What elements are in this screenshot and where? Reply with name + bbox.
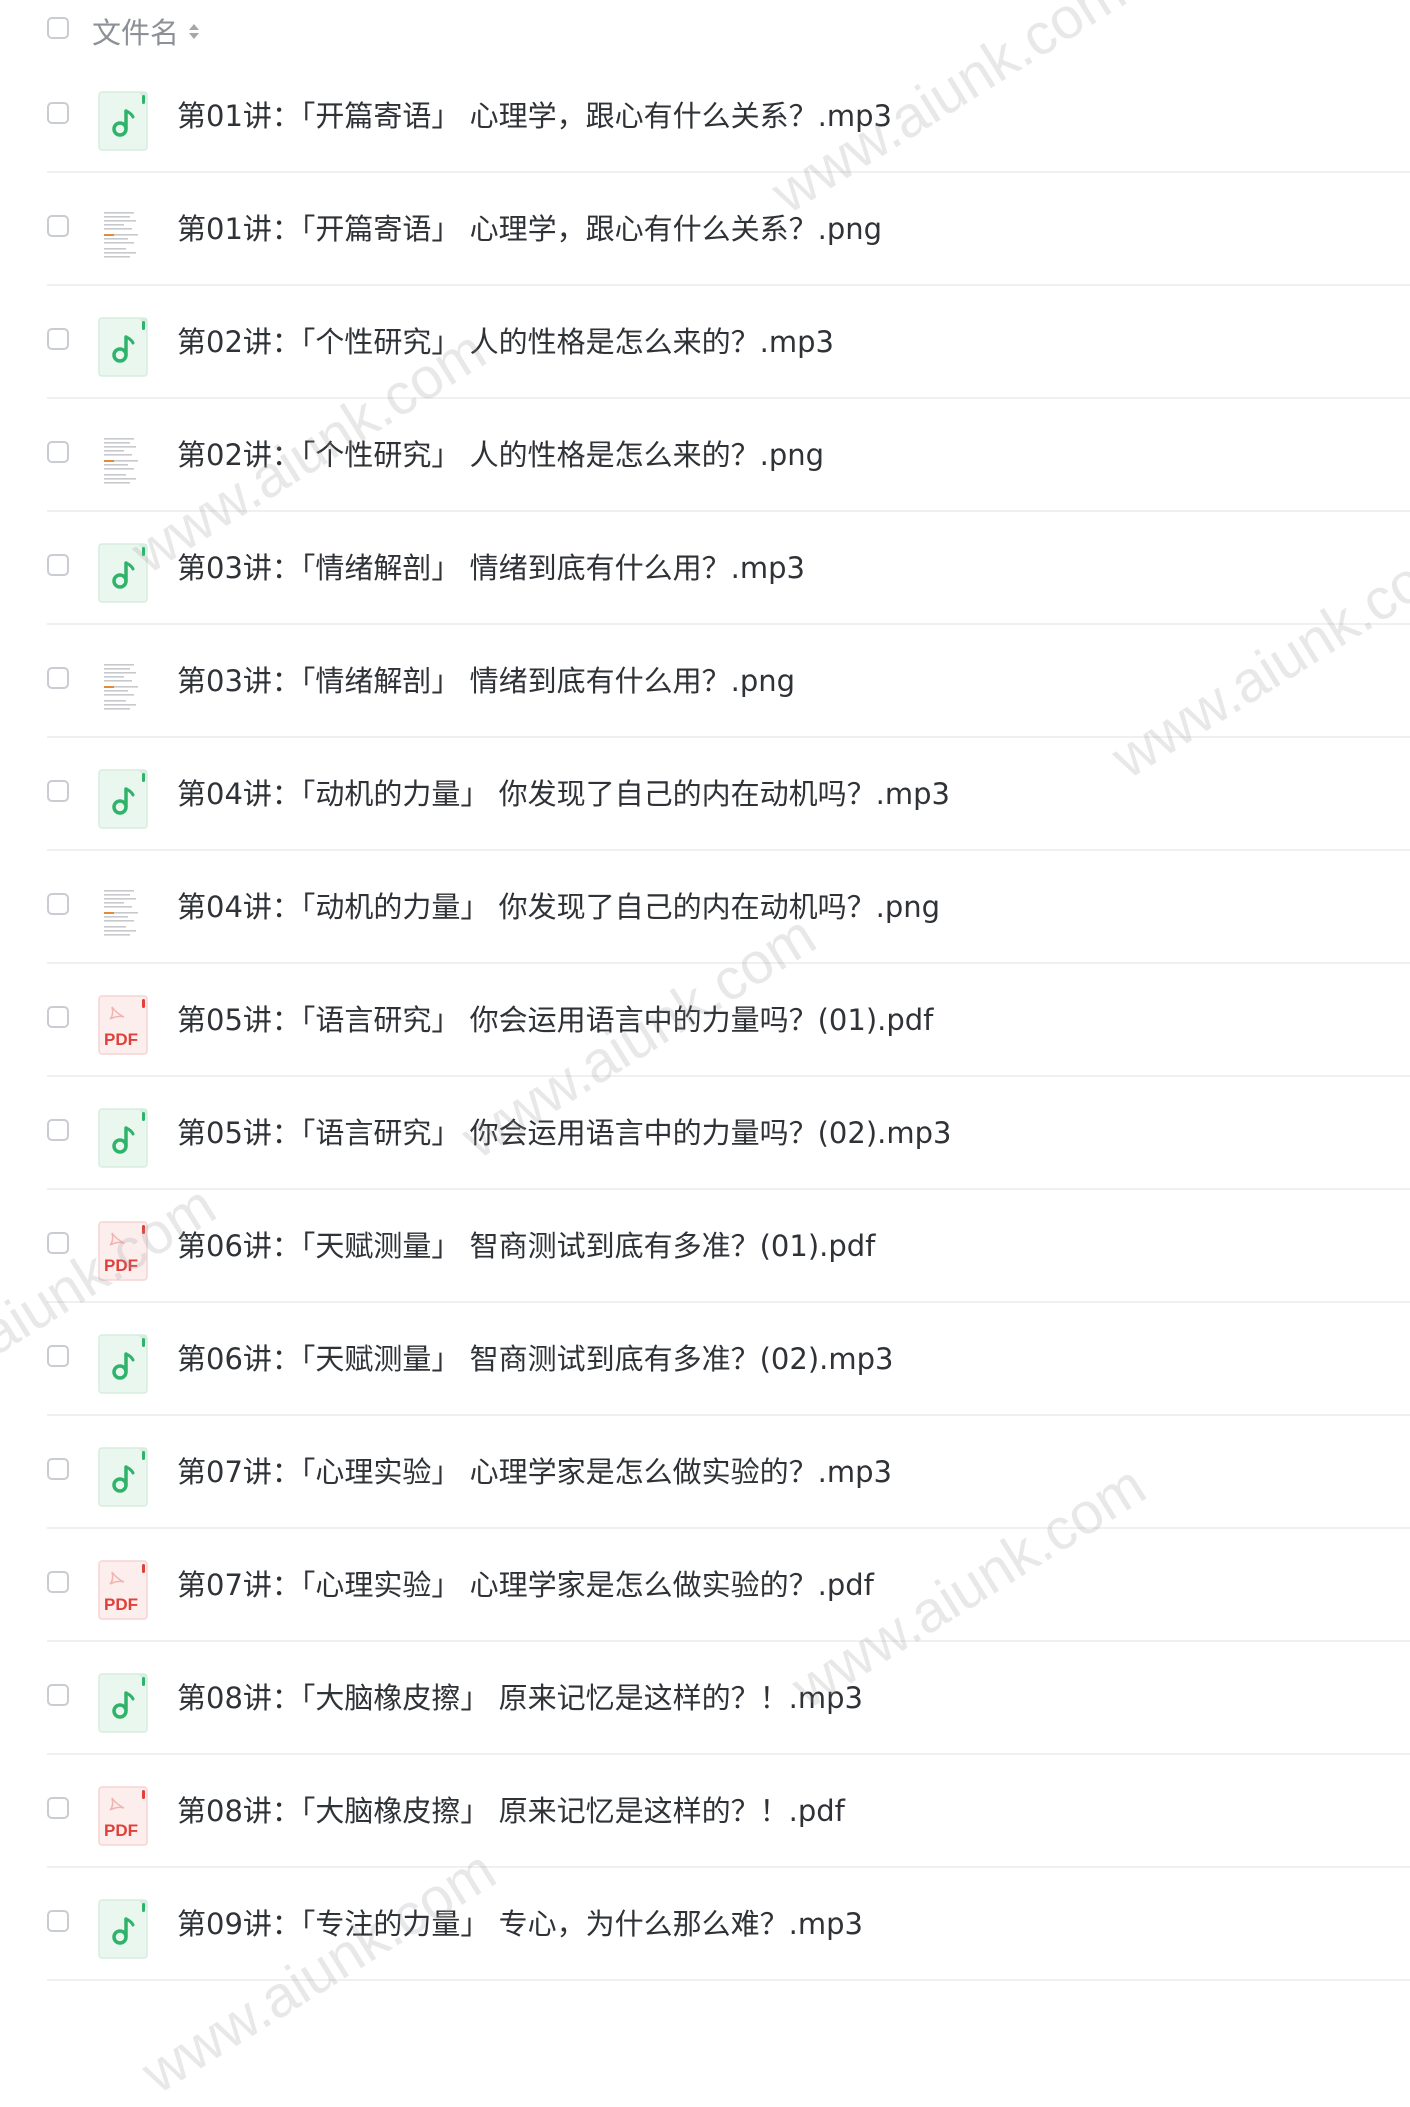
row-checkbox[interactable] <box>47 1458 69 1480</box>
file-name[interactable]: 第07讲：「心理实验」 心理学家是怎么做实验的？.pdf <box>177 1565 874 1605</box>
audio-file-icon[interactable] <box>98 1108 148 1168</box>
audio-file-icon[interactable] <box>98 543 148 603</box>
file-row[interactable]: 第04讲：「动机的力量」 你发现了自己的内在动机吗？.png <box>47 851 1410 964</box>
file-name[interactable]: 第01讲：「开篇寄语」 心理学，跟心有什么关系？.png <box>177 209 882 249</box>
image-thumbnail-icon[interactable] <box>98 430 148 490</box>
file-row[interactable]: 第02讲：「个性研究」 人的性格是怎么来的？.png <box>47 399 1410 512</box>
image-thumbnail-icon[interactable] <box>98 656 148 716</box>
file-list: 文件名 第01讲：「开篇寄语」 心理学，跟心有什么关系？.mp3 第01讲：「开篇… <box>47 0 1410 1981</box>
row-checkbox[interactable] <box>47 554 69 576</box>
file-name[interactable]: 第08讲：「大脑橡皮擦」 原来记忆是这样的？！.pdf <box>177 1791 845 1831</box>
audio-file-icon[interactable] <box>98 1447 148 1507</box>
pdf-file-icon[interactable]: PDF <box>98 1560 148 1620</box>
column-header-label: 文件名 <box>92 16 180 50</box>
file-row[interactable]: PDF 第08讲：「大脑橡皮擦」 原来记忆是这样的？！.pdf <box>47 1755 1410 1868</box>
file-name[interactable]: 第09讲：「专注的力量」 专心，为什么那么难？.mp3 <box>177 1904 863 1944</box>
row-checkbox[interactable] <box>47 1571 69 1593</box>
svg-text:PDF: PDF <box>104 1821 138 1840</box>
file-row[interactable]: 第09讲：「专注的力量」 专心，为什么那么难？.mp3 <box>47 1868 1410 1981</box>
file-row[interactable]: 第03讲：「情绪解剖」 情绪到底有什么用？.mp3 <box>47 512 1410 625</box>
sort-icon[interactable] <box>189 23 200 39</box>
audio-file-icon[interactable] <box>98 769 148 829</box>
file-name[interactable]: 第07讲：「心理实验」 心理学家是怎么做实验的？.mp3 <box>177 1452 892 1492</box>
list-header: 文件名 <box>47 0 1410 60</box>
file-name[interactable]: 第04讲：「动机的力量」 你发现了自己的内在动机吗？.mp3 <box>177 774 950 814</box>
image-thumbnail-icon[interactable] <box>98 204 148 264</box>
row-checkbox[interactable] <box>47 1345 69 1367</box>
row-checkbox[interactable] <box>47 1910 69 1932</box>
pdf-file-icon[interactable]: PDF <box>98 1221 148 1281</box>
audio-file-icon[interactable] <box>98 1899 148 1959</box>
file-row[interactable]: 第07讲：「心理实验」 心理学家是怎么做实验的？.mp3 <box>47 1416 1410 1529</box>
row-checkbox[interactable] <box>47 215 69 237</box>
file-row[interactable]: PDF 第07讲：「心理实验」 心理学家是怎么做实验的？.pdf <box>47 1529 1410 1642</box>
audio-file-icon[interactable] <box>98 91 148 151</box>
file-name[interactable]: 第02讲：「个性研究」 人的性格是怎么来的？.png <box>177 435 824 475</box>
select-all-checkbox[interactable] <box>47 17 69 39</box>
image-thumbnail-icon[interactable] <box>98 882 148 942</box>
row-checkbox[interactable] <box>47 1232 69 1254</box>
file-name[interactable]: 第05讲：「语言研究」 你会运用语言中的力量吗？(02).mp3 <box>177 1113 951 1153</box>
file-name[interactable]: 第02讲：「个性研究」 人的性格是怎么来的？.mp3 <box>177 322 834 362</box>
audio-file-icon[interactable] <box>98 1673 148 1733</box>
file-name[interactable]: 第05讲：「语言研究」 你会运用语言中的力量吗？(01).pdf <box>177 1000 933 1040</box>
file-name[interactable]: 第08讲：「大脑橡皮擦」 原来记忆是这样的？！.mp3 <box>177 1678 863 1718</box>
file-row[interactable]: PDF 第06讲：「天赋测量」 智商测试到底有多准？(01).pdf <box>47 1190 1410 1303</box>
pdf-file-icon[interactable]: PDF <box>98 995 148 1055</box>
file-row[interactable]: PDF 第05讲：「语言研究」 你会运用语言中的力量吗？(01).pdf <box>47 964 1410 1077</box>
row-checkbox[interactable] <box>47 1797 69 1819</box>
row-checkbox[interactable] <box>47 1684 69 1706</box>
row-checkbox[interactable] <box>47 780 69 802</box>
file-name[interactable]: 第06讲：「天赋测量」 智商测试到底有多准？(01).pdf <box>177 1226 875 1266</box>
file-name[interactable]: 第06讲：「天赋测量」 智商测试到底有多准？(02).mp3 <box>177 1339 893 1379</box>
file-name[interactable]: 第01讲：「开篇寄语」 心理学，跟心有什么关系？.mp3 <box>177 96 892 136</box>
audio-file-icon[interactable] <box>98 317 148 377</box>
row-checkbox[interactable] <box>47 893 69 915</box>
file-name[interactable]: 第03讲：「情绪解剖」 情绪到底有什么用？.mp3 <box>177 548 805 588</box>
pdf-file-icon[interactable]: PDF <box>98 1786 148 1846</box>
row-checkbox[interactable] <box>47 441 69 463</box>
file-row[interactable]: 第01讲：「开篇寄语」 心理学，跟心有什么关系？.png <box>47 173 1410 286</box>
file-row[interactable]: 第03讲：「情绪解剖」 情绪到底有什么用？.png <box>47 625 1410 738</box>
svg-text:PDF: PDF <box>104 1030 138 1049</box>
file-row[interactable]: 第04讲：「动机的力量」 你发现了自己的内在动机吗？.mp3 <box>47 738 1410 851</box>
row-checkbox[interactable] <box>47 102 69 124</box>
row-checkbox[interactable] <box>47 328 69 350</box>
file-row[interactable]: 第06讲：「天赋测量」 智商测试到底有多准？(02).mp3 <box>47 1303 1410 1416</box>
file-name[interactable]: 第03讲：「情绪解剖」 情绪到底有什么用？.png <box>177 661 795 701</box>
column-header-filename[interactable]: 文件名 <box>92 10 200 52</box>
row-checkbox[interactable] <box>47 1119 69 1141</box>
svg-text:PDF: PDF <box>104 1595 138 1614</box>
file-row[interactable]: 第01讲：「开篇寄语」 心理学，跟心有什么关系？.mp3 <box>47 60 1410 173</box>
svg-text:PDF: PDF <box>104 1256 138 1275</box>
file-row[interactable]: 第02讲：「个性研究」 人的性格是怎么来的？.mp3 <box>47 286 1410 399</box>
file-row[interactable]: 第08讲：「大脑橡皮擦」 原来记忆是这样的？！.mp3 <box>47 1642 1410 1755</box>
row-checkbox[interactable] <box>47 1006 69 1028</box>
audio-file-icon[interactable] <box>98 1334 148 1394</box>
file-name[interactable]: 第04讲：「动机的力量」 你发现了自己的内在动机吗？.png <box>177 887 940 927</box>
file-row[interactable]: 第05讲：「语言研究」 你会运用语言中的力量吗？(02).mp3 <box>47 1077 1410 1190</box>
row-checkbox[interactable] <box>47 667 69 689</box>
